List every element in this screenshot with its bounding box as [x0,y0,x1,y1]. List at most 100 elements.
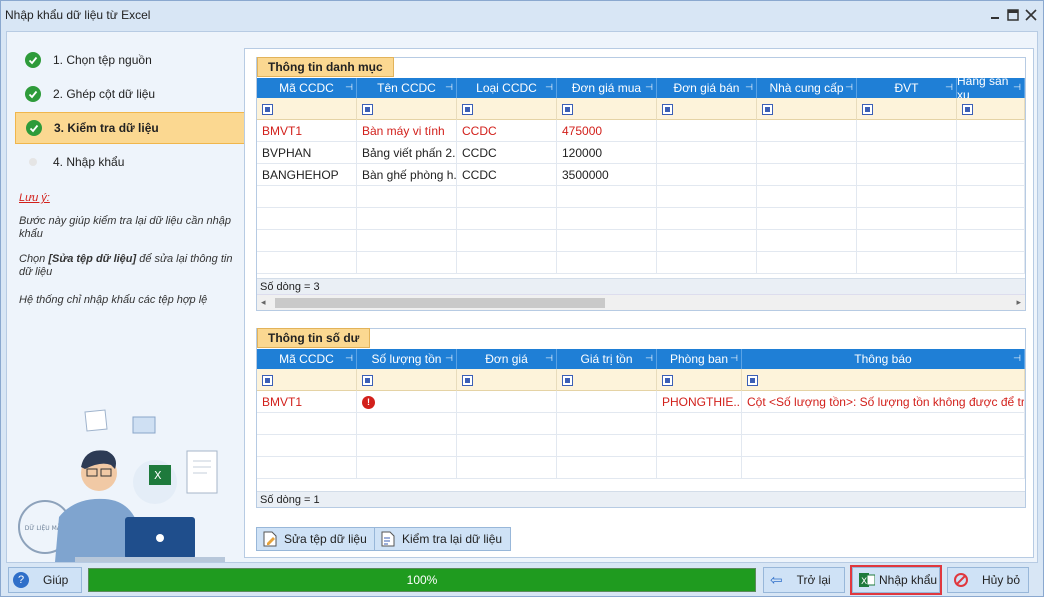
table-cell [457,413,557,435]
cancel-icon [954,573,968,587]
filter-icon[interactable] [462,103,473,115]
filter-icon[interactable] [962,103,973,115]
pin-icon[interactable]: ⊣ [1013,353,1021,364]
table-row[interactable] [257,208,1025,230]
filter-cell[interactable] [757,98,857,120]
filter-icon[interactable] [562,103,573,115]
column-header[interactable]: Đơn giá ⊣ [457,349,557,369]
column-header[interactable]: Nhà cung cấp ⊣ [757,78,857,98]
pin-icon[interactable]: ⊣ [545,82,553,93]
filter-icon[interactable] [362,374,373,386]
table-cell: Cột <Số lượng tồn>: Số lượng tồn không đ… [742,391,1025,413]
minimize-button[interactable] [985,5,1005,25]
table-cell [557,252,657,274]
tab-balance-info[interactable]: Thông tin số dư [257,328,371,348]
filter-cell[interactable] [357,369,457,391]
filter-icon[interactable] [562,374,573,386]
table-row[interactable] [257,457,1025,479]
table-cell: CCDC [457,120,557,142]
table-row[interactable]: BMVT1 Bàn máy vi tính CCDC 475000 [257,120,1025,142]
pin-icon[interactable]: ⊣ [345,82,353,93]
filter-icon[interactable] [662,103,673,115]
catalog-filter-row [257,98,1025,120]
column-header[interactable]: Hãng sản xu ⊣ [957,78,1025,98]
import-button[interactable]: X Nhập khẩu [850,565,942,595]
column-header[interactable]: Mã CCDC ⊣ [257,349,357,369]
table-row[interactable] [257,435,1025,457]
dialog-body: 1. Chọn tệp nguồn 2. Ghép cột dữ liệu 3.… [6,31,1038,563]
filter-icon[interactable] [262,103,273,115]
column-header[interactable]: Tên CCDC ⊣ [357,78,457,98]
filter-cell[interactable] [657,369,742,391]
filter-cell[interactable] [742,369,1025,391]
scroll-right-arrow-icon[interactable]: ▸ [1016,297,1021,308]
filter-icon[interactable] [462,374,473,386]
filter-icon[interactable] [762,103,773,115]
table-row[interactable] [257,252,1025,274]
filter-cell[interactable] [257,369,357,391]
filter-icon[interactable] [362,103,373,115]
pin-icon[interactable]: ⊣ [345,353,353,364]
close-button[interactable] [1021,5,1041,25]
tab-catalog-info[interactable]: Thông tin danh mục [257,57,394,77]
pin-icon[interactable]: ⊣ [645,82,653,93]
filter-icon[interactable] [662,374,673,386]
column-header[interactable]: ĐVT ⊣ [857,78,957,98]
column-header[interactable]: Loại CCDC ⊣ [457,78,557,98]
column-header[interactable]: Đơn giá mua ⊣ [557,78,657,98]
scroll-left-arrow-icon[interactable]: ◂ [261,297,266,308]
import-label: Nhập khẩu [879,573,938,587]
column-header[interactable]: Số lượng tồn ⊣ [357,349,457,369]
column-header[interactable]: Đơn giá bán ⊣ [657,78,757,98]
pin-icon[interactable]: ⊣ [445,353,453,364]
filter-cell[interactable] [357,98,457,120]
filter-icon[interactable] [862,103,873,115]
back-button[interactable]: ⇦ Trở lại [763,567,845,593]
pin-icon[interactable]: ⊣ [945,82,953,93]
help-button[interactable]: ? Giúp [8,567,82,593]
balance-row-count: Số dòng = 1 [257,491,1025,507]
filter-cell[interactable] [657,98,757,120]
table-row[interactable]: BVPHAN Bảng viết phấn 2... CCDC 120000 [257,142,1025,164]
pin-icon[interactable]: ⊣ [730,353,738,364]
scroll-thumb[interactable] [275,298,605,308]
filter-cell[interactable] [457,369,557,391]
table-row[interactable]: BANGHEHOP Bàn ghế phòng h... CCDC 3500000 [257,164,1025,186]
pin-icon[interactable]: ⊣ [1013,82,1021,93]
recheck-data-button[interactable]: Kiểm tra lại dữ liệu [374,527,512,551]
note-text: Chọn [19,253,49,265]
balance-group: Thông tin số dư Mã CCDC ⊣ Số lượng tồn ⊣ Đơn… [256,328,1026,508]
column-header[interactable]: Phòng ban ⊣ [657,349,742,369]
column-header[interactable]: Thông báo ⊣ [742,349,1025,369]
filter-cell[interactable] [857,98,957,120]
filter-icon[interactable] [747,374,758,386]
table-row[interactable] [257,413,1025,435]
table-row[interactable] [257,230,1025,252]
filter-cell[interactable] [557,369,657,391]
filter-cell[interactable] [957,98,1025,120]
filter-cell[interactable] [257,98,357,120]
column-header-label: Loại CCDC [476,81,537,95]
balance-filter-row [257,369,1025,391]
column-header[interactable]: Mã CCDC ⊣ [257,78,357,98]
filter-cell[interactable] [557,98,657,120]
pin-icon[interactable]: ⊣ [845,82,853,93]
catalog-horizontal-scrollbar[interactable]: ◂ ▸ [257,294,1025,310]
filter-cell[interactable] [457,98,557,120]
table-row[interactable] [257,186,1025,208]
edit-file-button[interactable]: Sửa tệp dữ liệu [256,527,376,551]
catalog-rows: BMVT1 Bàn máy vi tính CCDC 475000 BVPHAN Bảng… [257,120,1025,274]
pin-icon[interactable]: ⊣ [545,353,553,364]
pin-icon[interactable]: ⊣ [645,353,653,364]
column-header[interactable]: Giá trị tồn ⊣ [557,349,657,369]
pin-icon[interactable]: ⊣ [745,82,753,93]
filter-icon[interactable] [262,374,273,386]
maximize-button[interactable] [1003,5,1023,25]
table-row[interactable]: BMVT1! PHONGTHIE... Cột <Số lượng tồn>: Số… [257,391,1025,413]
table-cell: PHONGTHIE... [657,391,742,413]
cancel-button[interactable]: Hủy bỏ [947,567,1029,593]
table-cell [257,435,357,457]
table-cell [557,186,657,208]
pin-icon[interactable]: ⊣ [445,82,453,93]
table-cell [742,457,1025,479]
